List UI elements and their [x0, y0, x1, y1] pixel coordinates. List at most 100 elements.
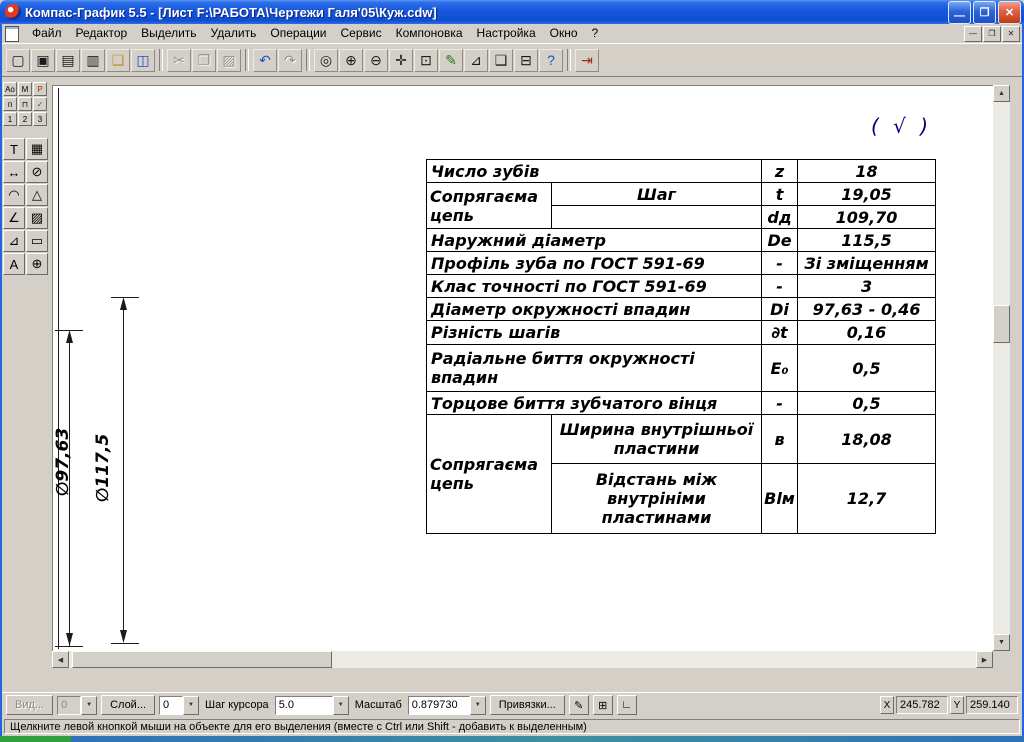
menu-delete[interactable]: Удалить [204, 25, 264, 42]
left-panel-button-2[interactable]: М [18, 82, 32, 96]
paste-button[interactable]: ▨ [217, 48, 241, 72]
print-button[interactable]: ⊟ [514, 48, 538, 72]
cursor-step-label: Шаг курсора [205, 699, 269, 711]
chevron-down-icon[interactable]: ▼ [81, 695, 98, 715]
mdi-close-button[interactable]: ✕ [1002, 25, 1020, 42]
angle-dimension-button[interactable]: ∠ [3, 207, 25, 229]
app-icon [5, 4, 21, 20]
title-bar: Компас-График 5.5 - [Лист F:\РАБОТА\Черт… [0, 0, 1024, 24]
dimension-label-diameter-117: ∅117,5 [93, 433, 113, 503]
param-symbol: - [761, 251, 799, 275]
scroll-left-button[interactable]: ◀ [52, 651, 69, 668]
rectangle-tool-button[interactable]: ▭ [26, 230, 48, 252]
scale-combobox[interactable]: 0.879730 ▼ [407, 695, 486, 715]
cut-button[interactable]: ✂ [167, 48, 191, 72]
scale-value: 0.879730 [407, 695, 470, 715]
zoom-area-button[interactable]: ⊡ [414, 48, 438, 72]
end-session-button[interactable]: ⇥ [575, 48, 599, 72]
snap-settings-button[interactable]: ✎ [568, 695, 589, 715]
print-preview-button[interactable]: ❏ [489, 48, 513, 72]
left-panel-button-3[interactable]: Р [33, 82, 47, 96]
sprocket-parameters-table[interactable]: Число зубів z 18 Сопрягаєма цепь Шаг t 1… [425, 159, 937, 534]
leader-tool-button[interactable]: ⊿ [3, 230, 25, 252]
snaps-button[interactable]: Привязки... [489, 695, 565, 715]
menu-layout[interactable]: Компоновка [389, 25, 470, 42]
page-tab-2[interactable]: 2 [18, 112, 32, 126]
param-value: 18,08 [797, 414, 937, 464]
mdi-restore-button[interactable]: ❐ [983, 25, 1001, 42]
undo-button[interactable]: ↶ [253, 48, 277, 72]
horizontal-scrollbar[interactable]: ◀ ▶ [52, 651, 993, 668]
menu-service[interactable]: Сервис [334, 25, 389, 42]
arc-tool-button[interactable]: ◠ [3, 184, 25, 206]
linear-dimension-button[interactable]: ↔ [3, 161, 25, 183]
menu-help[interactable]: ? [585, 25, 606, 42]
vertical-scrollbar[interactable]: ▲ ▼ [993, 85, 1010, 651]
context-help-button[interactable]: ? [539, 48, 563, 72]
new-document-button[interactable]: ▢ [6, 48, 30, 72]
left-panel-button-4[interactable]: п [3, 97, 17, 111]
open-document-button[interactable]: ▤ [56, 48, 80, 72]
menu-editor[interactable]: Редактор [69, 25, 135, 42]
zoom-out-button[interactable]: ⊖ [364, 48, 388, 72]
param-symbol: ∂t [761, 320, 799, 345]
restore-button[interactable]: ❐ [973, 0, 996, 24]
page-tab-3[interactable]: 3 [33, 112, 47, 126]
cursor-step-combobox[interactable]: 5.0 ▼ [274, 695, 349, 715]
param-subname: Відстань між внутрініми пластинами [550, 463, 763, 534]
open-folder-button[interactable]: ❏ [106, 48, 130, 72]
mdi-minimize-button[interactable]: — [964, 25, 982, 42]
table-row: Профіль зуба по ГОСТ 591-69 - Зі зміщенн… [425, 251, 937, 275]
measure-button[interactable]: ⊿ [464, 48, 488, 72]
page-tab-1[interactable]: 1 [3, 112, 17, 126]
table-row: Радіальне биття окружності впадин E₀ 0,5 [425, 344, 937, 392]
pan-button[interactable]: ✛ [389, 48, 413, 72]
param-name: Різність шагів [425, 320, 763, 345]
diameter-dimension-button[interactable]: ⊘ [26, 161, 48, 183]
left-panel-button-1[interactable]: Ао [3, 82, 17, 96]
rebuild-button[interactable]: ✎ [439, 48, 463, 72]
param-symbol: - [761, 274, 799, 298]
chevron-down-icon[interactable]: ▼ [183, 695, 199, 715]
left-panel-button-5[interactable]: ⊓ [18, 97, 32, 111]
centerline-tool-button[interactable]: ⊕ [26, 253, 48, 275]
menu-operations[interactable]: Операции [263, 25, 333, 42]
table-tool-button[interactable]: ▦ [26, 138, 48, 160]
layer-combobox[interactable]: 0 ▼ [159, 695, 199, 715]
layer-button[interactable]: Слой... [101, 695, 155, 715]
menu-file[interactable]: Файл [25, 25, 69, 42]
vertical-scroll-thumb[interactable] [993, 305, 1010, 343]
menu-settings[interactable]: Настройка [470, 25, 543, 42]
redo-button[interactable]: ↷ [278, 48, 302, 72]
scroll-right-button[interactable]: ▶ [976, 651, 993, 668]
view-button[interactable]: Вид... [6, 695, 54, 715]
copy-button[interactable]: ❐ [192, 48, 216, 72]
chevron-down-icon[interactable]: ▼ [469, 695, 486, 715]
document-manager-button[interactable]: ▥ [81, 48, 105, 72]
horizontal-scroll-thumb[interactable] [72, 651, 332, 668]
text-align-tool-button[interactable]: A [3, 253, 25, 275]
close-button[interactable]: ✕ [998, 0, 1021, 24]
minimize-button[interactable]: — [948, 0, 971, 24]
chevron-down-icon[interactable]: ▼ [332, 695, 349, 715]
drawing-canvas[interactable]: ( √ ) ∅117,5 ∅97,63 Число зубів z 18 Соп… [52, 85, 994, 651]
scroll-up-button[interactable]: ▲ [993, 85, 1010, 102]
new-fragment-button[interactable]: ▣ [31, 48, 55, 72]
menu-window[interactable]: Окно [543, 25, 585, 42]
document-icon[interactable] [5, 25, 19, 42]
status-bar: Щелкните левой кнопкой мыши на объекте д… [2, 717, 1022, 736]
local-cs-button[interactable]: ∟ [616, 695, 637, 715]
grid-toggle-button[interactable]: ⊞ [592, 695, 613, 715]
scroll-down-button[interactable]: ▼ [993, 634, 1010, 651]
param-symbol: dд [761, 205, 799, 229]
table-row: Торцове биття зубчатого вінця - 0,5 [425, 391, 937, 415]
zoom-button[interactable]: ◎ [314, 48, 338, 72]
text-tool-button[interactable]: T [3, 138, 25, 160]
view-combobox[interactable]: 0 ▼ [57, 695, 98, 715]
left-panel-button-6[interactable]: ✓ [33, 97, 47, 111]
triangle-tool-button[interactable]: △ [26, 184, 48, 206]
zoom-in-button[interactable]: ⊕ [339, 48, 363, 72]
hatch-tool-button[interactable]: ▨ [26, 207, 48, 229]
save-button[interactable]: ◫ [131, 48, 155, 72]
menu-select[interactable]: Выделить [134, 25, 203, 42]
